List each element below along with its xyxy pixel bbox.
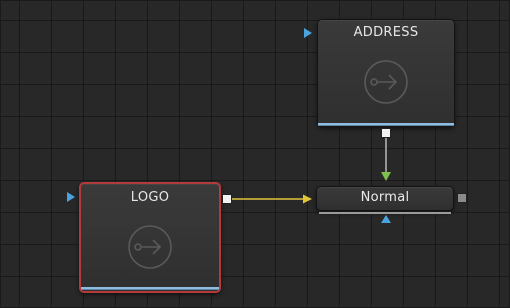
node-title: ADDRESS [353,25,419,40]
media-in-icon [362,58,410,110]
node-status-bar [81,287,219,289]
address-input-port[interactable] [304,28,312,38]
node-title: LOGO [130,190,170,205]
normal-effect-mask-port[interactable] [381,215,391,223]
background-input-arrow[interactable] [381,172,391,181]
node-normal-merge[interactable]: Normal [316,186,454,214]
logo-input-port[interactable] [67,192,75,202]
address-output-port[interactable] [381,128,391,138]
node-title: Normal [360,190,410,205]
node-address[interactable]: ADDRESS [317,19,455,127]
foreground-input-arrow[interactable] [303,194,312,204]
logo-output-port[interactable] [222,194,232,204]
normal-output-port[interactable] [457,193,467,203]
node-status-bar [319,212,451,214]
node-logo[interactable]: LOGO [79,182,221,293]
node-graph-canvas[interactable]: ADDRESS LOGO Normal [0,0,510,308]
node-status-bar [318,123,454,125]
media-in-icon [126,223,174,275]
